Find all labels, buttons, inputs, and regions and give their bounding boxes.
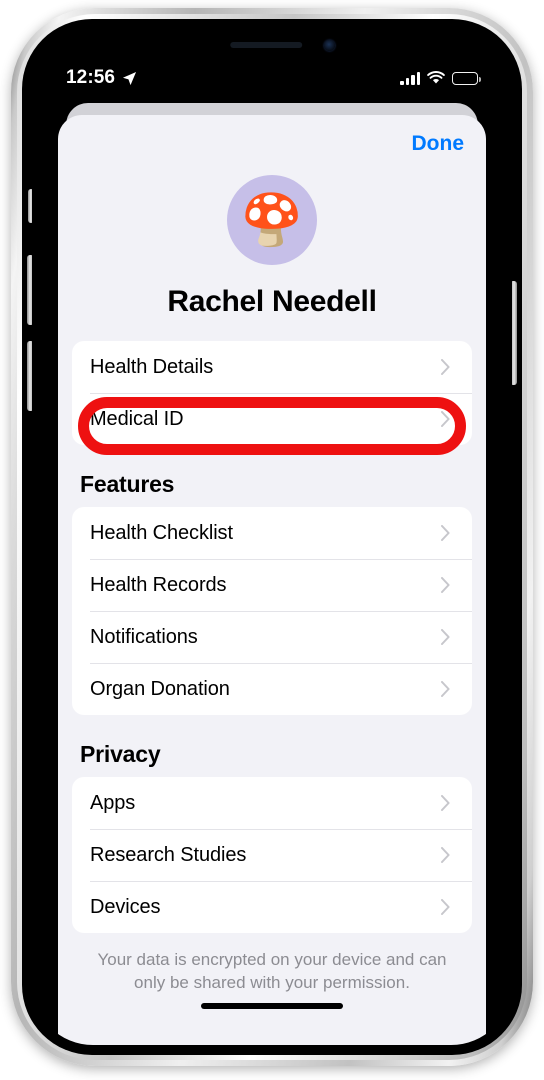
list-item-medical-id[interactable]: Medical ID (72, 393, 472, 445)
chevron-right-icon (441, 681, 450, 697)
phone-frame: 12:56 Done 🍄 Rachel Needell Health Detai… (11, 8, 533, 1066)
section-header-privacy: Privacy (80, 741, 161, 767)
list-item-label: Notifications (90, 625, 198, 648)
status-bar-right (400, 71, 481, 85)
chevron-right-icon (441, 847, 450, 863)
list-item-devices[interactable]: Devices (72, 881, 472, 933)
privacy-card: Apps Research Studies Devices (72, 777, 472, 933)
list-item-label: Apps (90, 791, 136, 814)
list-item-apps[interactable]: Apps (72, 777, 472, 829)
list-item-health-checklist[interactable]: Health Checklist (72, 507, 472, 559)
list-item-health-records[interactable]: Health Records (72, 559, 472, 611)
list-item-organ-donation[interactable]: Organ Donation (72, 663, 472, 715)
list-item-label: Organ Donation (90, 677, 230, 700)
done-button[interactable]: Done (412, 132, 465, 156)
screenshot-stage: 12:56 Done 🍄 Rachel Needell Health Detai… (0, 0, 544, 1080)
avatar[interactable]: 🍄 (227, 175, 317, 265)
privacy-section: Privacy Apps Research Studies Devices (72, 715, 472, 933)
privacy-footer-note: Your data is encrypted on your device an… (97, 950, 447, 992)
profile-header: 🍄 Rachel Needell (58, 173, 486, 319)
battery-icon (452, 71, 481, 85)
list-item-label: Health Checklist (90, 521, 233, 544)
list-item-health-details[interactable]: Health Details (72, 341, 472, 393)
location-arrow-icon (123, 71, 137, 85)
chevron-right-icon (441, 629, 450, 645)
list-item-notifications[interactable]: Notifications (72, 611, 472, 663)
chevron-right-icon (441, 525, 450, 541)
chevron-right-icon (441, 359, 450, 375)
list-item-research-studies[interactable]: Research Studies (72, 829, 472, 881)
signal-bars-icon (400, 71, 420, 85)
section-header-features: Features (80, 471, 175, 497)
profile-group-card: Health Details Medical ID (72, 341, 472, 445)
home-indicator[interactable] (201, 1003, 343, 1009)
front-camera-icon (324, 40, 335, 51)
page-title: Rachel Needell (167, 285, 377, 318)
chevron-right-icon (441, 899, 450, 915)
list-item-label: Health Details (90, 355, 214, 378)
list-item-label: Health Records (90, 573, 227, 596)
chevron-right-icon (441, 577, 450, 593)
list-item-label: Medical ID (90, 407, 184, 430)
chevron-right-icon (441, 411, 450, 427)
profile-sheet: Done 🍄 Rachel Needell Health Details Med… (58, 115, 486, 1045)
status-bar: 12:56 (32, 61, 512, 95)
phone-bezel: 12:56 Done 🍄 Rachel Needell Health Detai… (22, 19, 522, 1055)
wifi-icon (427, 71, 445, 84)
list-item-label: Devices (90, 895, 161, 918)
features-section: Features Health Checklist Health Records (72, 445, 472, 715)
status-bar-left: 12:56 (66, 67, 137, 89)
status-bar-clock: 12:56 (66, 67, 116, 88)
earpiece-speaker-icon (230, 42, 303, 48)
notch (179, 29, 365, 61)
chevron-right-icon (441, 795, 450, 811)
sheet-header: Done (58, 115, 486, 173)
list-item-label: Research Studies (90, 843, 247, 866)
phone-screen: 12:56 Done 🍄 Rachel Needell Health Detai… (32, 29, 512, 1045)
mushroom-emoji-icon: 🍄 (240, 192, 304, 248)
features-card: Health Checklist Health Records Notifica… (72, 507, 472, 715)
profile-group-section: Health Details Medical ID (72, 341, 472, 455)
